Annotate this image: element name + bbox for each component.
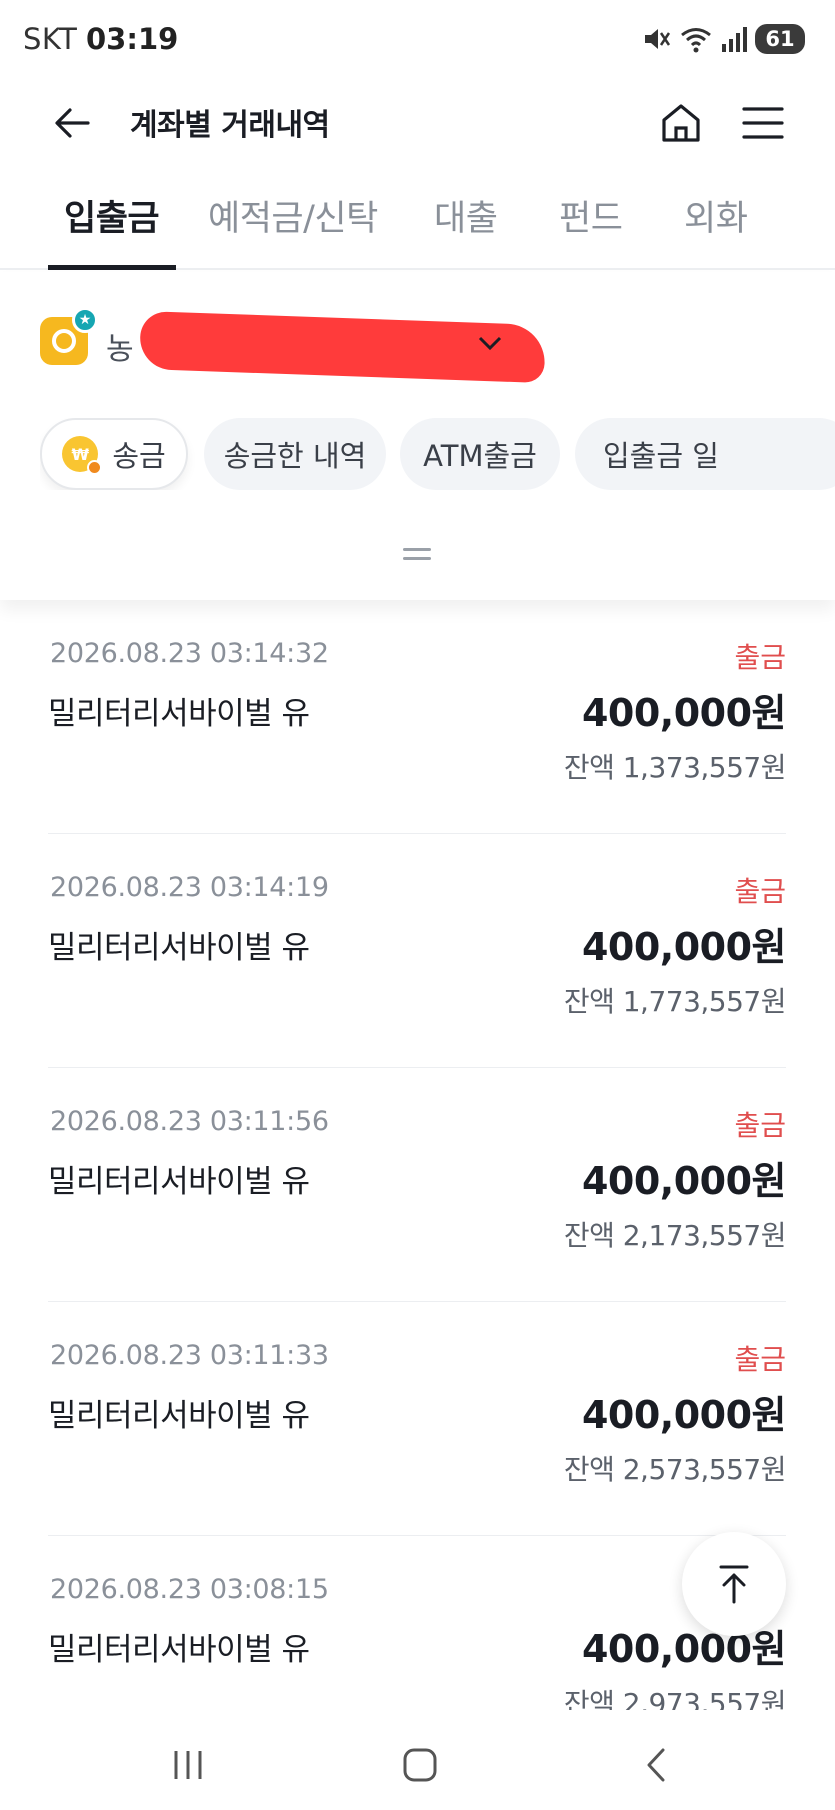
chip-label: 송금 xyxy=(112,439,166,473)
chip-label: 송금한 내역 xyxy=(223,439,367,473)
tab-deposit-withdrawal[interactable]: 입출금 xyxy=(64,190,160,270)
won-transfer-icon: ₩ xyxy=(62,436,103,475)
tab-loan[interactable]: 대출 xyxy=(434,190,498,270)
transaction-row[interactable]: 2026.08.23 03:14:32 출금 밀리터리서바이벌 유 400,00… xyxy=(48,600,786,834)
home-nav-button[interactable] xyxy=(390,1740,450,1790)
back-button[interactable] xyxy=(48,98,98,148)
transaction-type: 출금 xyxy=(734,1343,786,1376)
mute-icon xyxy=(645,29,671,49)
transaction-counterparty: 밀리터리서바이벌 유 xyxy=(48,1632,310,1668)
transaction-list: 2026.08.23 03:14:32 출금 밀리터리서바이벌 유 400,00… xyxy=(48,600,786,1710)
menu-button[interactable] xyxy=(738,95,788,150)
transaction-counterparty: 밀리터리서바이벌 유 xyxy=(48,696,310,732)
account-filter-panel: ★ 농 ₩ 송금 송금한 내역 ATM출금 입출금 일 xyxy=(0,272,835,600)
app-header: 계좌별 거래내역 xyxy=(0,80,835,170)
status-bar: SKT 03:19 61 xyxy=(0,0,835,80)
transaction-row[interactable]: 2026.08.23 03:11:56 출금 밀리터리서바이벌 유 400,00… xyxy=(48,1068,786,1302)
coin-icon xyxy=(52,329,76,353)
scroll-to-top-button[interactable] xyxy=(682,1532,786,1636)
transaction-amount: 400,000원 xyxy=(581,1159,786,1203)
chip-transfer-history[interactable]: 송금한 내역 xyxy=(204,418,386,490)
star-badge-icon: ★ xyxy=(72,307,98,333)
transaction-balance: 잔액 1,773,557원 xyxy=(563,985,786,1018)
drag-handle[interactable] xyxy=(403,548,431,564)
chip-atm-withdrawal[interactable]: ATM출금 xyxy=(400,418,560,490)
transaction-counterparty: 밀리터리서바이벌 유 xyxy=(48,930,310,966)
quick-filter-chips: ₩ 송금 송금한 내역 ATM출금 입출금 일 xyxy=(40,418,835,490)
chip-transfer[interactable]: ₩ 송금 xyxy=(40,418,188,490)
transaction-amount: 400,000원 xyxy=(581,925,786,969)
transaction-type: 출금 xyxy=(734,875,786,908)
transaction-balance: 잔액 1,373,557원 xyxy=(563,751,786,784)
transaction-balance: 잔액 2,573,557원 xyxy=(563,1453,786,1486)
bank-logo-icon: ★ xyxy=(40,307,98,365)
home-button[interactable] xyxy=(656,95,706,150)
carrier-label: SKT xyxy=(23,22,78,56)
transaction-datetime: 2026.08.23 03:14:19 xyxy=(50,872,329,903)
back-nav-button[interactable] xyxy=(626,1740,686,1790)
signal-icon xyxy=(722,27,747,52)
system-nav-bar xyxy=(0,1710,835,1810)
transaction-datetime: 2026.08.23 03:08:15 xyxy=(50,1574,329,1605)
transaction-balance: 잔액 2,973,557원 xyxy=(563,1687,786,1710)
chip-label: 입출금 일 xyxy=(603,439,719,473)
page-title: 계좌별 거래내역 xyxy=(130,108,330,143)
arrow-left-icon xyxy=(55,108,90,138)
hamburger-icon xyxy=(742,106,784,139)
tab-savings-trust[interactable]: 예적금/신탁 xyxy=(208,190,378,270)
transaction-type: 출금 xyxy=(734,641,786,674)
transaction-row[interactable]: 2026.08.23 03:08:15 밀리터리서바이벌 유 400,000원 … xyxy=(48,1536,786,1710)
transaction-row[interactable]: 2026.08.23 03:14:19 출금 밀리터리서바이벌 유 400,00… xyxy=(48,834,786,1068)
home-square-icon xyxy=(403,1748,437,1782)
recent-apps-icon xyxy=(174,1751,202,1779)
chip-deposit-withdrawal[interactable]: 입출금 일 xyxy=(575,418,835,490)
transaction-amount: 400,000원 xyxy=(581,1393,786,1437)
active-tab-indicator xyxy=(48,265,176,270)
home-icon xyxy=(662,103,700,142)
clock: 03:19 xyxy=(86,22,179,56)
arrow-up-icon xyxy=(719,1565,749,1604)
screen: SKT 03:19 61 계좌별 거래내역 입출금 예적금/신탁 대출 펀드 외… xyxy=(0,0,835,1810)
transaction-amount: 400,000원 xyxy=(581,691,786,735)
transaction-counterparty: 밀리터리서바이벌 유 xyxy=(48,1164,310,1200)
account-name: 농 xyxy=(106,332,134,367)
wifi-icon xyxy=(681,28,711,53)
chevron-down-icon xyxy=(478,336,502,351)
transaction-row[interactable]: 2026.08.23 03:11:33 출금 밀리터리서바이벌 유 400,00… xyxy=(48,1302,786,1536)
product-tabs: 입출금 예적금/신탁 대출 펀드 외화 xyxy=(0,190,835,270)
chevron-left-icon xyxy=(647,1748,665,1782)
recent-apps-button[interactable] xyxy=(158,1740,218,1790)
battery-icon: 61 xyxy=(755,24,805,54)
transaction-datetime: 2026.08.23 03:11:33 xyxy=(50,1340,329,1371)
transaction-type: 출금 xyxy=(734,1109,786,1142)
account-selector[interactable]: ★ 농 xyxy=(40,307,546,384)
tab-foreign-currency[interactable]: 외화 xyxy=(684,190,748,270)
transaction-datetime: 2026.08.23 03:11:56 xyxy=(50,1106,329,1137)
tab-fund[interactable]: 펀드 xyxy=(559,190,623,270)
chip-label: ATM출금 xyxy=(423,439,537,473)
status-icons: 61 xyxy=(641,22,805,56)
transaction-datetime: 2026.08.23 03:14:32 xyxy=(50,638,329,669)
transaction-counterparty: 밀리터리서바이벌 유 xyxy=(48,1398,310,1434)
transaction-balance: 잔액 2,173,557원 xyxy=(563,1219,786,1252)
battery-level: 61 xyxy=(765,27,795,51)
